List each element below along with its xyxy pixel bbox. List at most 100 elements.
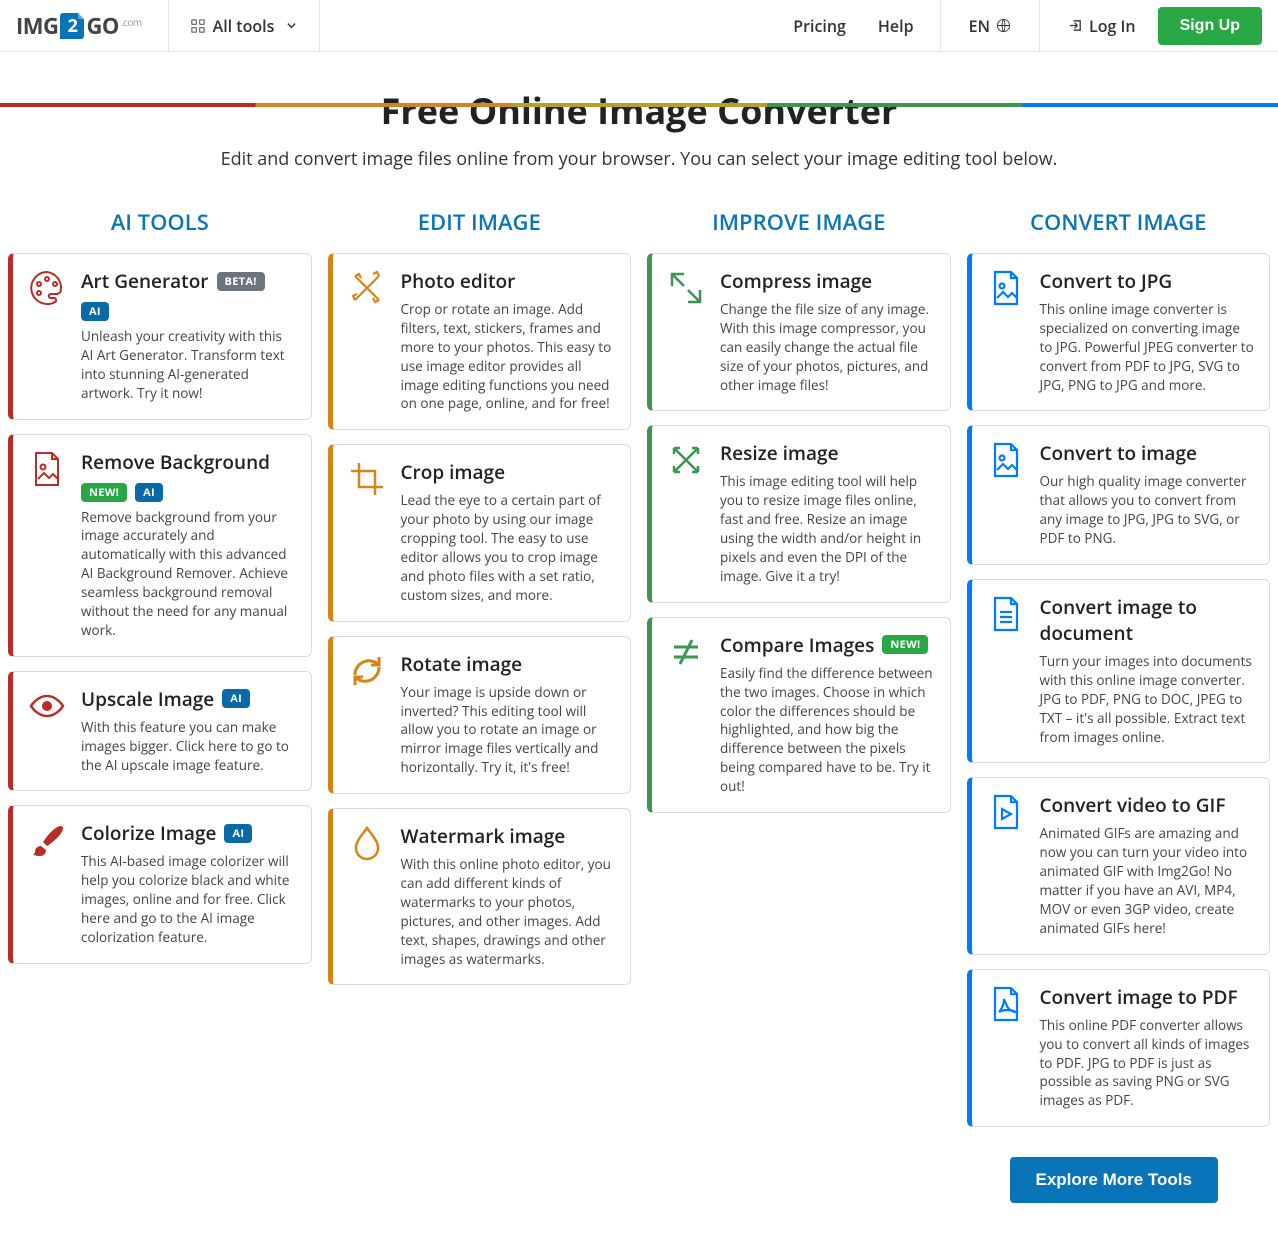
card-desc: Animated GIFs are amazing and now you ca… <box>1040 824 1256 937</box>
card-desc: Our high quality image converter that al… <box>1040 472 1256 548</box>
language-code: EN <box>969 15 990 37</box>
col-edit: Photo editor Crop or rotate an image. Ad… <box>324 249 636 1131</box>
card-convert-video-to-gif[interactable]: Convert video to GIF Animated GIFs are a… <box>967 777 1271 954</box>
card-convert-to-document[interactable]: Convert image to document Turn your imag… <box>967 579 1271 763</box>
card-title: Convert video to GIF <box>1040 792 1226 818</box>
card-title: Rotate image <box>401 651 523 677</box>
card-desc: Unleash your creativity with this AI Art… <box>81 327 297 403</box>
design-tools-icon <box>347 268 387 308</box>
card-crop-image[interactable]: Crop image Lead the eye to a certain par… <box>328 444 632 621</box>
card-title: Photo editor <box>401 268 516 294</box>
signup-button[interactable]: Sign Up <box>1158 7 1262 45</box>
image-file-icon <box>986 440 1026 480</box>
badge-ai: AI <box>81 302 109 321</box>
card-upscale-image[interactable]: Upscale Image AI With this feature you c… <box>8 671 312 792</box>
crop-icon <box>347 459 387 499</box>
grid-icon <box>191 19 205 33</box>
card-compare-images[interactable]: Compare Images NEW! Easily find the diff… <box>647 617 951 813</box>
badge-ai: AI <box>135 483 163 502</box>
card-desc: This image editing tool will help you to… <box>720 472 936 585</box>
card-rotate-image[interactable]: Rotate image Your image is upside down o… <box>328 636 632 794</box>
card-compress-image[interactable]: Compress image Change the file size of a… <box>647 253 951 411</box>
card-desc: This AI-based image colorizer will help … <box>81 852 297 946</box>
eye-icon <box>27 686 67 726</box>
card-photo-editor[interactable]: Photo editor Crop or rotate an image. Ad… <box>328 253 632 430</box>
card-title: Colorize Image <box>81 820 216 846</box>
image-file-icon <box>27 449 67 489</box>
card-title: Remove Background <box>81 449 270 475</box>
header-separator <box>940 0 941 52</box>
login-icon <box>1068 18 1083 33</box>
card-desc: This online image converter is specializ… <box>1040 300 1256 394</box>
card-title: Convert image to PDF <box>1040 984 1238 1010</box>
all-tools-menu[interactable]: All tools <box>168 0 321 52</box>
badge-new: NEW! <box>81 483 127 502</box>
more-tools-row: Explore More Tools <box>0 1131 1278 1243</box>
explore-more-button[interactable]: Explore More Tools <box>1010 1157 1219 1203</box>
badge-ai: AI <box>224 824 252 843</box>
section-title-edit: EDIT IMAGE <box>324 195 636 243</box>
card-art-generator[interactable]: Art Generator BETA! AI Unleash your crea… <box>8 253 312 420</box>
login-link[interactable]: Log In <box>1054 15 1150 37</box>
badge-new: NEW! <box>882 635 928 654</box>
card-desc: Your image is upside down or inverted? T… <box>401 683 617 777</box>
card-title: Art Generator <box>81 268 209 294</box>
card-title: Upscale Image <box>81 686 214 712</box>
app-header: IMG 2 GO .com All tools Pricing Help EN … <box>0 0 1278 52</box>
badge-ai: AI <box>222 689 250 708</box>
help-link[interactable]: Help <box>866 15 926 37</box>
login-label: Log In <box>1089 15 1136 37</box>
header-separator-2 <box>1039 0 1040 52</box>
card-desc: With this feature you can make images bi… <box>81 718 297 775</box>
globe-icon <box>996 18 1011 33</box>
palette-icon <box>27 268 67 308</box>
card-desc: Remove background from your image accura… <box>81 508 297 640</box>
card-grid: Art Generator BETA! AI Unleash your crea… <box>0 243 1278 1131</box>
document-file-icon <box>986 594 1026 634</box>
card-title: Compress image <box>720 268 872 294</box>
brush-icon <box>27 820 67 860</box>
card-title: Compare Images <box>720 632 874 658</box>
card-desc: Easily find the difference between the t… <box>720 664 936 796</box>
card-desc: Change the file size of any image. With … <box>720 300 936 394</box>
all-tools-label: All tools <box>213 15 275 37</box>
video-file-icon <box>986 792 1026 832</box>
section-title-ai: AI TOOLS <box>4 195 316 243</box>
logo-text-2: 2 <box>60 13 84 39</box>
card-desc: Lead the eye to a certain part of your p… <box>401 491 617 604</box>
col-ai: Art Generator BETA! AI Unleash your crea… <box>4 249 316 1131</box>
chevron-down-icon <box>286 20 297 31</box>
image-file-icon <box>986 268 1026 308</box>
card-convert-to-jpg[interactable]: Convert to JPG This online image convert… <box>967 253 1271 411</box>
section-title-convert: CONVERT IMAGE <box>963 195 1275 243</box>
card-watermark-image[interactable]: Watermark image With this online photo e… <box>328 808 632 985</box>
section-title-improve: IMPROVE IMAGE <box>643 195 955 243</box>
card-desc: With this online photo editor, you can a… <box>401 855 617 968</box>
logo[interactable]: IMG 2 GO .com <box>16 11 142 41</box>
logo-text-com: .com <box>121 15 142 29</box>
card-desc: Crop or rotate an image. Add filters, te… <box>401 300 617 413</box>
hero: Free Online Image Converter Edit and con… <box>0 56 1278 189</box>
card-title: Convert image to document <box>1040 594 1256 646</box>
col-improve: Compress image Change the file size of a… <box>643 249 955 1131</box>
col-convert: Convert to JPG This online image convert… <box>963 249 1275 1131</box>
card-convert-to-pdf[interactable]: Convert image to PDF This online PDF con… <box>967 969 1271 1127</box>
card-desc: Turn your images into documents with thi… <box>1040 652 1256 746</box>
card-desc: This online PDF converter allows you to … <box>1040 1016 1256 1110</box>
card-title: Crop image <box>401 459 506 485</box>
card-title: Resize image <box>720 440 839 466</box>
droplet-icon <box>347 823 387 863</box>
pricing-link[interactable]: Pricing <box>781 15 858 37</box>
compress-icon <box>666 268 706 308</box>
card-convert-to-image[interactable]: Convert to image Our high quality image … <box>967 425 1271 565</box>
language-picker[interactable]: EN <box>955 15 1025 37</box>
card-remove-background[interactable]: Remove Background NEW! AI Remove backgro… <box>8 434 312 657</box>
badge-beta: BETA! <box>217 272 265 291</box>
section-headers: AI TOOLS EDIT IMAGE IMPROVE IMAGE CONVER… <box>0 189 1278 243</box>
card-colorize-image[interactable]: Colorize Image AI This AI-based image co… <box>8 805 312 963</box>
page-subtitle: Edit and convert image files online from… <box>20 147 1258 171</box>
page-title: Free Online Image Converter <box>20 86 1258 135</box>
card-title: Watermark image <box>401 823 566 849</box>
card-resize-image[interactable]: Resize image This image editing tool wil… <box>647 425 951 602</box>
logo-text-img: IMG <box>16 11 58 41</box>
